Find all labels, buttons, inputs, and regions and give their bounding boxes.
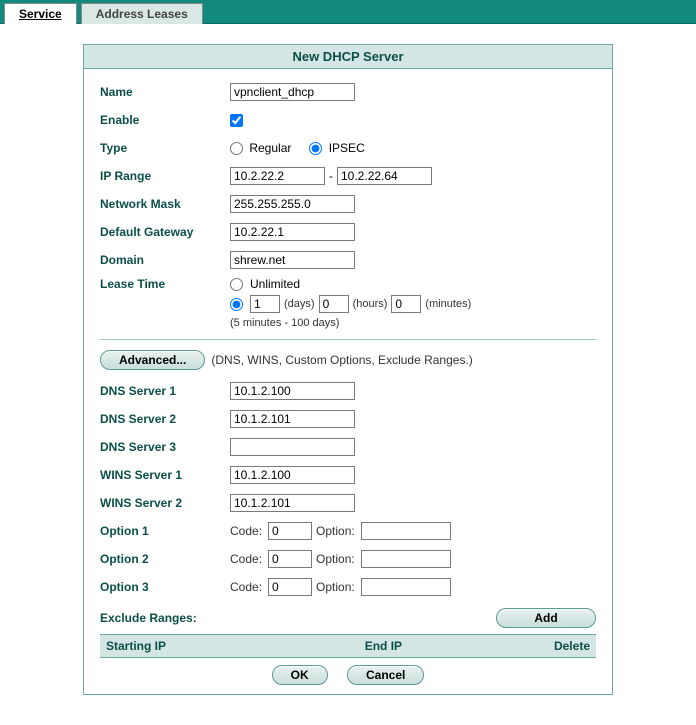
label-option3: Option 3 (100, 580, 230, 594)
container: New DHCP Server Name Enable Type (0, 24, 696, 725)
wins1-input[interactable] (230, 466, 355, 484)
opt2-code-label: Code: (230, 552, 262, 566)
label-wins1: WINS Server 1 (100, 468, 230, 482)
opt3-val-input[interactable] (361, 578, 451, 596)
ip-range-sep: - (329, 169, 333, 183)
lease-hours-label: (hours) (353, 298, 388, 310)
label-type: Type (100, 141, 230, 155)
dns2-input[interactable] (230, 410, 355, 428)
opt1-val-label: Option: (316, 524, 355, 538)
col-starting-ip: Starting IP (100, 635, 359, 658)
type-regular-radio[interactable] (230, 142, 243, 155)
label-ip-range: IP Range (100, 169, 230, 183)
opt1-code-label: Code: (230, 524, 262, 538)
dhcp-panel: New DHCP Server Name Enable Type (83, 44, 613, 695)
lease-days-input[interactable] (250, 295, 280, 313)
exclude-ranges-label: Exclude Ranges: (100, 611, 197, 625)
label-dns1: DNS Server 1 (100, 384, 230, 398)
lease-minutes-input[interactable] (391, 295, 421, 313)
label-option1: Option 1 (100, 524, 230, 538)
opt1-val-input[interactable] (361, 522, 451, 540)
label-default-gateway: Default Gateway (100, 225, 230, 239)
lease-custom-radio[interactable] (230, 298, 243, 311)
lease-days-label: (days) (284, 298, 315, 310)
type-regular-label: Regular (249, 141, 291, 155)
label-enable: Enable (100, 113, 230, 127)
lease-note: (5 minutes - 100 days) (230, 317, 471, 329)
opt2-val-label: Option: (316, 552, 355, 566)
label-lease-time: Lease Time (100, 277, 230, 291)
default-gateway-input[interactable] (230, 223, 355, 241)
label-option2: Option 2 (100, 552, 230, 566)
lease-minutes-label: (minutes) (425, 298, 471, 310)
enable-checkbox[interactable] (230, 114, 243, 127)
advanced-button[interactable]: Advanced... (100, 350, 205, 370)
opt2-code-input[interactable] (268, 550, 312, 568)
tab-address-leases[interactable]: Address Leases (81, 3, 203, 24)
advanced-note: (DNS, WINS, Custom Options, Exclude Rang… (211, 353, 472, 367)
lease-unlimited-label: Unlimited (250, 277, 300, 291)
tab-service[interactable]: Service (4, 3, 77, 24)
label-wins2: WINS Server 2 (100, 496, 230, 510)
tab-bar: Service Address Leases (0, 0, 696, 24)
divider (100, 339, 596, 340)
ip-range-end-input[interactable] (337, 167, 432, 185)
panel-title: New DHCP Server (84, 45, 612, 69)
name-input[interactable] (230, 83, 355, 101)
network-mask-input[interactable] (230, 195, 355, 213)
label-name: Name (100, 85, 230, 99)
domain-input[interactable] (230, 251, 355, 269)
opt3-val-label: Option: (316, 580, 355, 594)
lease-unlimited-radio[interactable] (230, 278, 243, 291)
label-domain: Domain (100, 253, 230, 267)
dns3-input[interactable] (230, 438, 355, 456)
opt2-val-input[interactable] (361, 550, 451, 568)
label-network-mask: Network Mask (100, 197, 230, 211)
add-button[interactable]: Add (496, 608, 596, 628)
ip-range-start-input[interactable] (230, 167, 325, 185)
label-dns3: DNS Server 3 (100, 440, 230, 454)
type-ipsec-radio[interactable] (309, 142, 322, 155)
opt3-code-label: Code: (230, 580, 262, 594)
label-dns2: DNS Server 2 (100, 412, 230, 426)
opt3-code-input[interactable] (268, 578, 312, 596)
wins2-input[interactable] (230, 494, 355, 512)
opt1-code-input[interactable] (268, 522, 312, 540)
cancel-button[interactable]: Cancel (347, 665, 424, 685)
ok-button[interactable]: OK (272, 665, 328, 685)
col-end-ip: End IP (359, 635, 536, 658)
exclude-ranges-table: Starting IP End IP Delete (100, 634, 596, 658)
dns1-input[interactable] (230, 382, 355, 400)
type-ipsec-label: IPSEC (329, 141, 365, 155)
col-delete: Delete (536, 635, 596, 658)
lease-hours-input[interactable] (319, 295, 349, 313)
